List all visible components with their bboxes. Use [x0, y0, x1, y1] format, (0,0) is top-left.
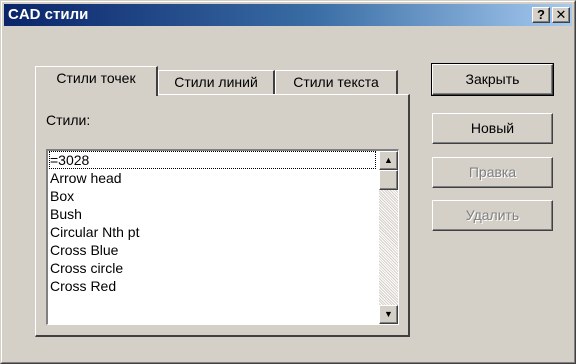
- new-button[interactable]: Новый: [432, 113, 553, 144]
- close-icon[interactable]: ✕: [552, 7, 570, 23]
- edit-button: Правка: [432, 157, 553, 188]
- scroll-up-icon[interactable]: ▲: [379, 151, 398, 170]
- list-item[interactable]: Circular Nth pt: [49, 223, 376, 241]
- list-item[interactable]: Cross Red: [49, 277, 376, 295]
- list-item[interactable]: =3028: [49, 151, 376, 169]
- styles-listbox[interactable]: =3028 Arrow head Box Bush Circular Nth p…: [46, 149, 399, 325]
- delete-button: Удалить: [432, 200, 553, 231]
- list-item[interactable]: Bush: [49, 205, 376, 223]
- window-title: CAD стили: [8, 6, 89, 23]
- cad-styles-dialog: CAD стили ? ✕ Стили точек Стили линий Ст…: [0, 0, 576, 364]
- list-item[interactable]: Cross Blue: [49, 241, 376, 259]
- tab-line-styles[interactable]: Стили линий: [158, 70, 275, 96]
- tab-point-styles[interactable]: Стили точек: [35, 66, 158, 96]
- title-bar[interactable]: CAD стили ? ✕: [4, 4, 572, 26]
- list-item[interactable]: Box: [49, 187, 376, 205]
- tab-text-styles[interactable]: Стили текста: [275, 70, 398, 96]
- list-item[interactable]: Arrow head: [49, 169, 376, 187]
- scrollbar-thumb[interactable]: [379, 170, 398, 190]
- tab-panel-point-styles: Стили: =3028 Arrow head Box Bush Circula…: [35, 94, 410, 337]
- help-button[interactable]: ?: [532, 7, 550, 23]
- vertical-scrollbar[interactable]: ▲ ▼: [379, 151, 398, 324]
- styles-label: Стили:: [46, 112, 91, 128]
- close-button[interactable]: Закрыть: [431, 63, 554, 96]
- list-item[interactable]: Cross circle: [49, 259, 376, 277]
- scroll-down-icon[interactable]: ▼: [379, 305, 398, 324]
